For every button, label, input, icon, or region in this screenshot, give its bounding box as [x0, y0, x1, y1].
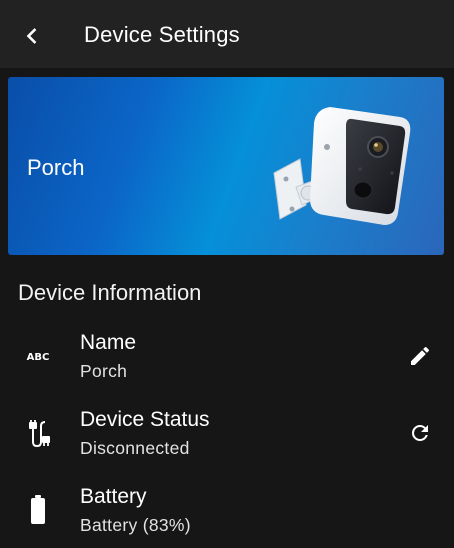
- section-title: Device Information: [18, 280, 202, 305]
- device-hero-banner: Porch: [8, 77, 444, 255]
- battery-value: Battery (83%): [80, 515, 191, 535]
- device-status-row: Device Status Disconnected: [0, 399, 454, 469]
- pencil-edit-icon: [411, 346, 430, 365]
- refresh-icon: [412, 425, 428, 441]
- chevron-left-icon: [26, 28, 37, 44]
- abc-text-icon: ABC: [20, 338, 56, 374]
- refresh-status-button[interactable]: [402, 415, 438, 451]
- device-name-label: Porch: [27, 155, 85, 180]
- security-camera-image: [273, 107, 411, 225]
- name-title: Name: [80, 331, 137, 354]
- device-status-value: Disconnected: [80, 438, 190, 458]
- battery-title: Battery: [80, 485, 147, 508]
- app-bar: Device Settings: [0, 0, 454, 68]
- name-row: ABC Name Porch: [0, 322, 454, 392]
- cable-plug-icon: [20, 415, 56, 451]
- device-status-title: Device Status: [80, 408, 210, 431]
- back-button[interactable]: [14, 18, 50, 54]
- name-value: Porch: [80, 361, 128, 381]
- edit-name-button[interactable]: [402, 338, 438, 374]
- svg-text:ABC: ABC: [27, 352, 50, 362]
- battery-row: Battery Battery (83%): [0, 476, 454, 546]
- page-title: Device Settings: [84, 22, 240, 47]
- battery-icon: [20, 492, 56, 528]
